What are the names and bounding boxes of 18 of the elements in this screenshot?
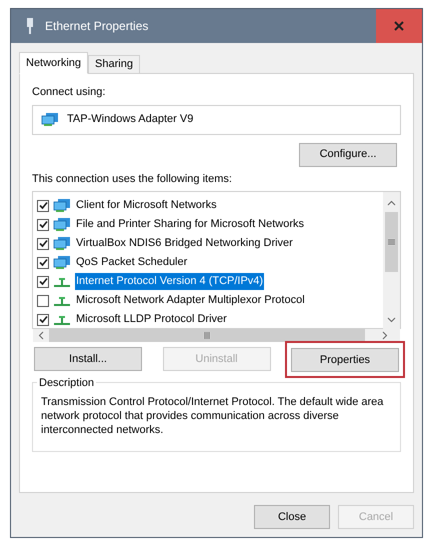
action-button[interactable]: Install... [34, 347, 142, 371]
tab[interactable]: Sharing [88, 55, 140, 74]
adapter-name: TAP-Windows Adapter V9 [67, 112, 194, 128]
action-button[interactable]: Properties [291, 348, 399, 372]
list-item[interactable]: Internet Protocol Version 4 (TCP/IPv4) [75, 273, 264, 290]
list-item[interactable]: Microsoft Network Adapter Multiplexor Protocol [75, 292, 306, 309]
tab[interactable]: Networking [19, 52, 88, 74]
items-label: This connection uses the following items: [32, 172, 233, 186]
list-item[interactable]: VirtualBox NDIS6 Bridged Networking Driver [75, 235, 294, 252]
list-item[interactable]: QoS Packet Scheduler [75, 254, 188, 271]
configure-button[interactable]: Configure... [299, 142, 397, 166]
connect-using-label: Connect using: [32, 85, 106, 100]
list-item[interactable]: File and Printer Sharing for Microsoft Networks [75, 216, 306, 233]
window-title: Ethernet Properties [45, 18, 150, 35]
list-item[interactable]: Microsoft LLDP Protocol Driver [75, 311, 228, 328]
dialog-button[interactable]: Close [254, 505, 330, 529]
list-item[interactable]: Client for Microsoft Networks [75, 197, 218, 214]
description-text: Transmission Control Protocol/Internet Protocol. The default wide area network protocol that provides communication across diverse interconnected networks. [41, 395, 384, 438]
